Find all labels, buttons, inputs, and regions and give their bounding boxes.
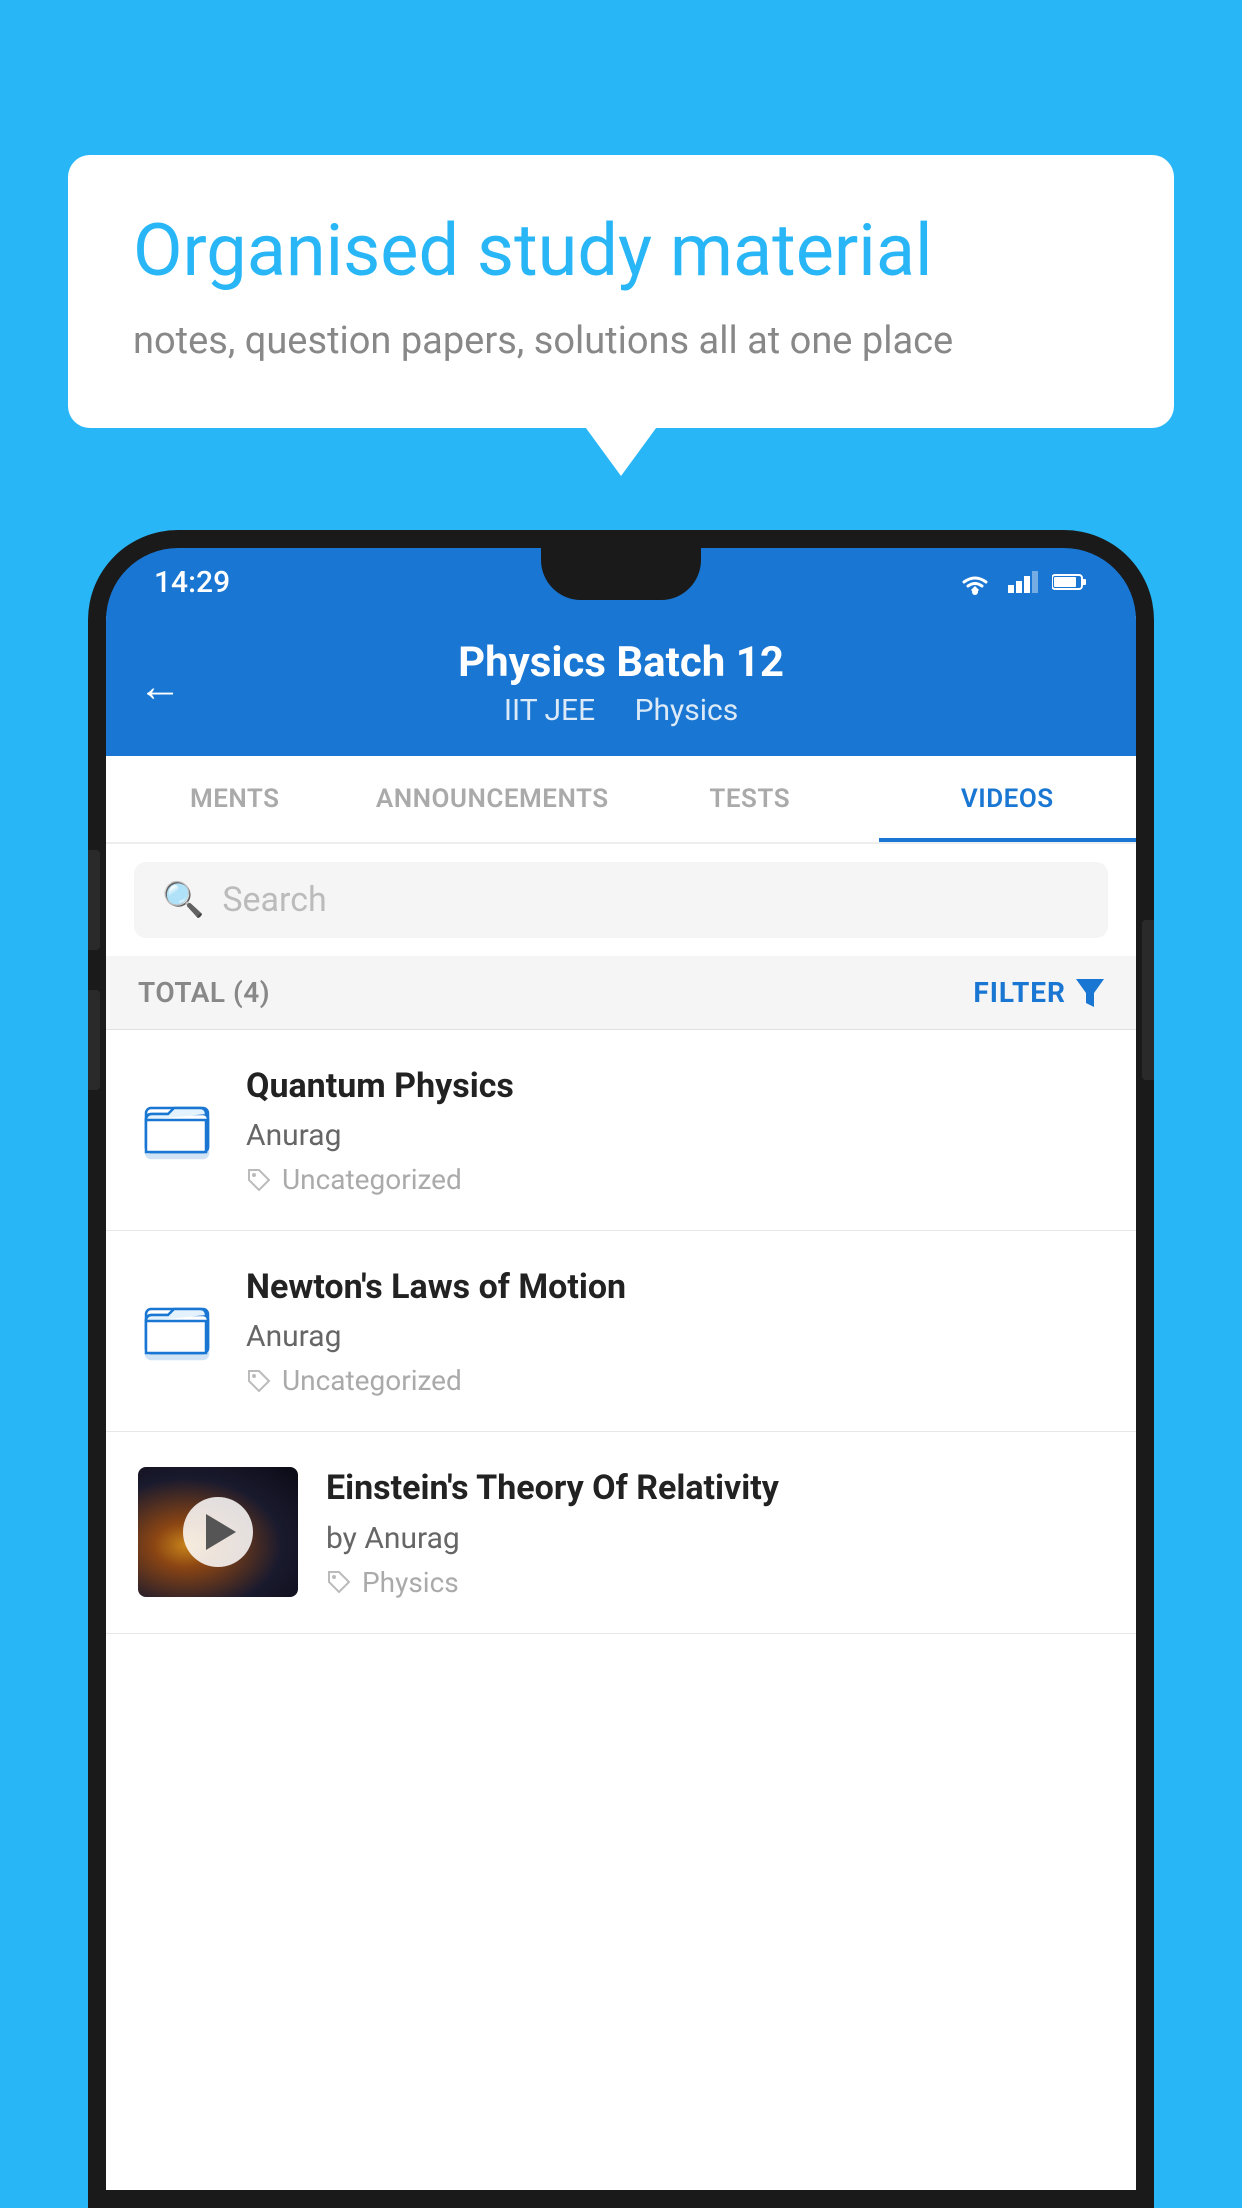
tag-label: Uncategorized <box>282 1364 462 1397</box>
play-icon <box>206 1514 236 1550</box>
speech-bubble: Organised study material notes, question… <box>68 155 1174 428</box>
category-physics: Physics <box>635 693 739 728</box>
folder-icon <box>138 1090 218 1170</box>
video-info: Quantum Physics Anurag Uncategorized <box>246 1064 1104 1196</box>
filter-bar: TOTAL (4) FILTER <box>106 956 1136 1030</box>
speech-bubble-container: Organised study material notes, question… <box>68 155 1174 428</box>
tag-icon <box>246 1368 272 1394</box>
video-thumbnail <box>138 1467 298 1597</box>
batch-title: Physics Batch 12 <box>142 638 1100 687</box>
status-icons <box>956 568 1088 596</box>
status-bar: 14:29 <box>106 548 1136 616</box>
signal-icon <box>1008 571 1038 593</box>
video-tag: Uncategorized <box>246 1364 1104 1397</box>
list-item[interactable]: Newton's Laws of Motion Anurag Uncategor… <box>106 1231 1136 1432</box>
video-info: Einstein's Theory Of Relativity by Anura… <box>326 1466 1104 1598</box>
video-title: Newton's Laws of Motion <box>246 1265 1104 1309</box>
tab-ments[interactable]: MENTS <box>106 756 364 842</box>
status-time: 14:29 <box>154 565 230 600</box>
filter-label: FILTER <box>973 976 1066 1009</box>
tab-bar: MENTS ANNOUNCEMENTS TESTS VIDEOS <box>106 756 1136 844</box>
batch-subtitle: IIT JEE Physics <box>142 693 1100 728</box>
folder-icon <box>138 1291 218 1371</box>
app-content: ← Physics Batch 12 IIT JEE Physics MENTS… <box>106 616 1136 2190</box>
search-icon: 🔍 <box>162 880 204 920</box>
video-info: Newton's Laws of Motion Anurag Uncategor… <box>246 1265 1104 1397</box>
list-item[interactable]: Einstein's Theory Of Relativity by Anura… <box>106 1432 1136 1633</box>
list-item[interactable]: Quantum Physics Anurag Uncategorized <box>106 1030 1136 1231</box>
video-tag: Uncategorized <box>246 1163 1104 1196</box>
tag-icon <box>326 1569 352 1595</box>
tab-announcements[interactable]: ANNOUNCEMENTS <box>364 756 622 842</box>
category-iit: IIT JEE <box>504 693 595 728</box>
bubble-title: Organised study material <box>133 210 1109 293</box>
search-placeholder: Search <box>222 880 326 920</box>
play-overlay <box>138 1467 298 1597</box>
video-tag: Physics <box>326 1566 1104 1599</box>
filter-button[interactable]: FILTER <box>973 976 1104 1009</box>
video-author: Anurag <box>246 1319 1104 1354</box>
back-button[interactable]: ← <box>138 660 182 712</box>
video-author: Anurag <box>246 1118 1104 1153</box>
search-bar-container: 🔍 Search <box>106 844 1136 956</box>
total-count: TOTAL (4) <box>138 976 270 1009</box>
play-button-circle <box>183 1497 253 1567</box>
tab-videos[interactable]: VIDEOS <box>879 756 1137 842</box>
wifi-icon <box>956 568 994 596</box>
video-title: Einstein's Theory Of Relativity <box>326 1466 1104 1510</box>
phone-notch <box>541 548 701 600</box>
power-button <box>1142 920 1154 1080</box>
phone-frame: 14:29 <box>88 530 1154 2208</box>
tag-icon <box>246 1167 272 1193</box>
tag-label: Uncategorized <box>282 1163 462 1196</box>
battery-icon <box>1052 573 1088 591</box>
app-header: ← Physics Batch 12 IIT JEE Physics <box>106 616 1136 756</box>
tag-label: Physics <box>362 1566 459 1599</box>
volume-up-button <box>88 850 100 950</box>
search-field[interactable]: 🔍 Search <box>134 862 1108 938</box>
bubble-subtitle: notes, question papers, solutions all at… <box>133 315 1109 368</box>
tab-tests[interactable]: TESTS <box>621 756 879 842</box>
video-list: Quantum Physics Anurag Uncategorized <box>106 1030 1136 2190</box>
phone-screen: 14:29 <box>106 548 1136 2190</box>
volume-down-button <box>88 990 100 1090</box>
video-author: by Anurag <box>326 1521 1104 1556</box>
filter-icon <box>1076 979 1104 1007</box>
video-title: Quantum Physics <box>246 1064 1104 1108</box>
